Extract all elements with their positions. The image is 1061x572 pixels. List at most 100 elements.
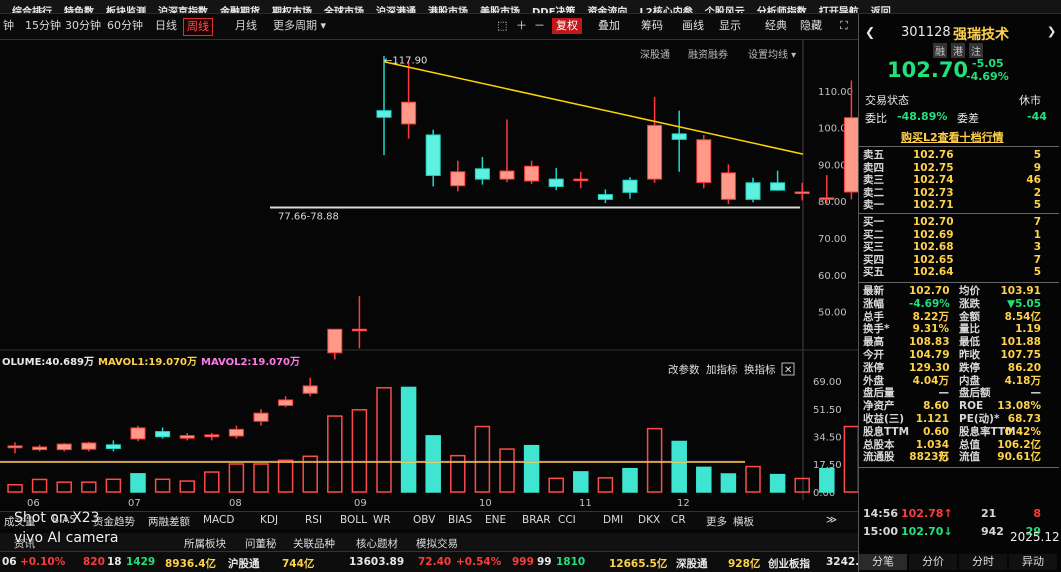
nav-tab[interactable]: 关联品种 xyxy=(293,536,335,551)
period-tab[interactable]: 日线 xyxy=(152,18,180,34)
nav-tab[interactable]: 所属板块 xyxy=(184,536,226,551)
top-menu-item[interactable]: 分析师指数 xyxy=(757,6,807,13)
cursor-icon[interactable]: ⬚ xyxy=(497,18,507,34)
hide-button[interactable]: 隐藏 xyxy=(800,18,822,34)
indicator-tab[interactable]: BOLL xyxy=(340,514,367,526)
indicator-tab[interactable]: DKX xyxy=(638,514,660,526)
indicator-tab[interactable]: ENE xyxy=(485,514,506,526)
indicator-tab[interactable]: 横板 xyxy=(733,514,754,529)
top-menu-item[interactable]: 美股市场 xyxy=(480,6,520,13)
indicator-tab[interactable]: BIAS xyxy=(448,514,472,526)
quote-row: 流通股 8823万 流值 90.61亿 xyxy=(861,451,1057,464)
top-menu-item[interactable]: 个股风云 xyxy=(705,6,745,13)
divider xyxy=(859,282,1059,283)
quote-row: 盘后量 — 盘后额 — xyxy=(861,387,1057,400)
nav-tab[interactable]: 模拟交易 xyxy=(416,536,458,551)
bid-volume: 7 xyxy=(1033,253,1041,266)
period-tab[interactable]: 月线 xyxy=(232,18,260,34)
indicator-tab[interactable]: RSI xyxy=(305,514,322,526)
edit-params-button[interactable]: 改参数 xyxy=(668,363,700,376)
candle xyxy=(573,171,589,189)
quote-label: 股息TTM xyxy=(863,425,910,438)
ask-row[interactable]: 卖二 102.73 2 xyxy=(861,187,1057,200)
camera-watermark-shot: Shot on X23 xyxy=(14,510,100,526)
volume-bar xyxy=(499,448,515,493)
top-menu-item[interactable]: 全球市场 xyxy=(324,6,364,13)
period-tab[interactable]: 15分钟 xyxy=(22,18,64,34)
period-tab[interactable]: 周线 xyxy=(183,18,213,36)
candle xyxy=(548,168,564,191)
top-menu-item[interactable]: DDE决策 xyxy=(532,6,575,13)
nav-tab[interactable]: 核心题材 xyxy=(356,536,398,551)
period-tab[interactable]: 30分钟 xyxy=(62,18,104,34)
ask-row[interactable]: 卖四 102.75 9 xyxy=(861,162,1057,175)
period-tab[interactable]: 更多周期 ▾ xyxy=(270,18,329,34)
ask-row[interactable]: 卖五 102.76 5 xyxy=(861,149,1057,162)
indicator-tab[interactable]: KDJ xyxy=(260,514,278,526)
add-indicator-button[interactable]: 加指标 xyxy=(706,363,738,376)
bid-row[interactable]: 买四 102.65 7 xyxy=(861,254,1057,267)
candle xyxy=(425,129,441,187)
indicator-tab[interactable]: DMI xyxy=(603,514,623,526)
bid-row[interactable]: 买五 102.64 5 xyxy=(861,266,1057,279)
bid-row[interactable]: 买二 102.69 1 xyxy=(861,229,1057,242)
indicator-tab[interactable]: WR xyxy=(373,514,391,526)
top-menu-item[interactable]: 沪深港通 xyxy=(376,6,416,13)
volume-bar xyxy=(277,459,294,493)
top-menu-item[interactable]: L2核心内参 xyxy=(639,6,692,13)
volume-bar xyxy=(474,425,491,493)
display-button[interactable]: 显示 xyxy=(719,18,741,34)
top-menu-item[interactable]: 期权市场 xyxy=(272,6,312,13)
chips-button[interactable]: 筹码 xyxy=(641,18,663,34)
right-tab[interactable]: 分笔 xyxy=(859,554,907,570)
indicator-tab[interactable]: 两融差额 xyxy=(148,514,190,529)
zoom-out-icon[interactable]: － xyxy=(534,18,545,34)
bottom-nav-tabs: 资讯 所属板块 问董秘 关联品种 核心题材 模拟交易 xyxy=(0,533,858,551)
zoom-in-icon[interactable]: ＋ xyxy=(516,18,527,34)
right-tab[interactable]: 分时 xyxy=(959,554,1007,570)
right-tab[interactable]: 分价 xyxy=(909,554,957,570)
top-menu-item[interactable]: 港股市场 xyxy=(428,6,468,13)
top-menu-item[interactable]: 板块监测 xyxy=(106,6,146,13)
next-icon[interactable]: ❯ xyxy=(1047,25,1056,38)
overlay-button[interactable]: 叠加 xyxy=(598,18,620,34)
stock-name: 强瑞技术 xyxy=(953,27,1009,43)
restore-button[interactable]: 复权 xyxy=(552,18,582,34)
fullscreen-icon[interactable]: ⛶ xyxy=(840,18,848,34)
top-menu-item[interactable]: 资金流向 xyxy=(587,6,627,13)
candle xyxy=(401,61,417,139)
draw-button[interactable]: 画线 xyxy=(682,18,704,34)
top-menu-item[interactable]: 打开导航 xyxy=(819,6,859,13)
l2-link[interactable]: 购买L2查看十档行情 xyxy=(901,129,1004,145)
indicator-tab[interactable]: MACD xyxy=(203,514,234,526)
kline-chart[interactable]: 110.00100.0090.0080.0070.0060.0050.0077.… xyxy=(0,40,860,520)
ask-row[interactable]: 卖三 102.74 46 xyxy=(861,174,1057,187)
quote-value: 102.70 xyxy=(909,285,950,297)
switch-indicator-button[interactable]: 换指标 xyxy=(744,363,776,376)
nav-tab[interactable]: 问董秘 xyxy=(245,536,277,551)
camera-watermark-model: vivo AI camera xyxy=(14,530,119,546)
period-tab[interactable]: 钟 xyxy=(0,18,17,34)
top-menu-item[interactable]: 特色数 xyxy=(64,6,94,13)
status-o: 12665.5亿 xyxy=(609,558,668,570)
bid-row[interactable]: 买一 102.70 7 xyxy=(861,216,1057,229)
period-tab[interactable]: 60分钟 xyxy=(104,18,146,34)
bid-row[interactable]: 买三 102.68 3 xyxy=(861,241,1057,254)
indicator-tab[interactable]: CCI xyxy=(558,514,576,526)
classic-button[interactable]: 经典 xyxy=(765,18,787,34)
ask-row[interactable]: 卖一 102.71 5 xyxy=(861,199,1057,212)
indicator-tab[interactable]: 更多 xyxy=(706,514,727,529)
right-tab[interactable]: 异动 xyxy=(1009,554,1057,570)
indicator-tab[interactable]: CR xyxy=(671,514,686,526)
top-menu-item[interactable]: 沪深京指数 xyxy=(158,6,208,13)
quote-row: 涨幅 -4.69% 涨跌 ▼5.05 xyxy=(861,298,1057,311)
indicator-tab[interactable]: OBV xyxy=(413,514,435,526)
top-menu-item[interactable]: 金融期货 xyxy=(220,6,260,13)
indicator-tab[interactable]: BRAR xyxy=(522,514,551,526)
candle xyxy=(720,164,736,205)
top-menu-item[interactable]: 返回 xyxy=(871,6,891,13)
volume-bar xyxy=(228,463,245,493)
back-icon[interactable]: ❮ xyxy=(865,25,875,39)
scroll-right-icon[interactable]: ≫ xyxy=(826,514,837,526)
top-menu-item[interactable]: 综合排行 xyxy=(12,6,52,13)
